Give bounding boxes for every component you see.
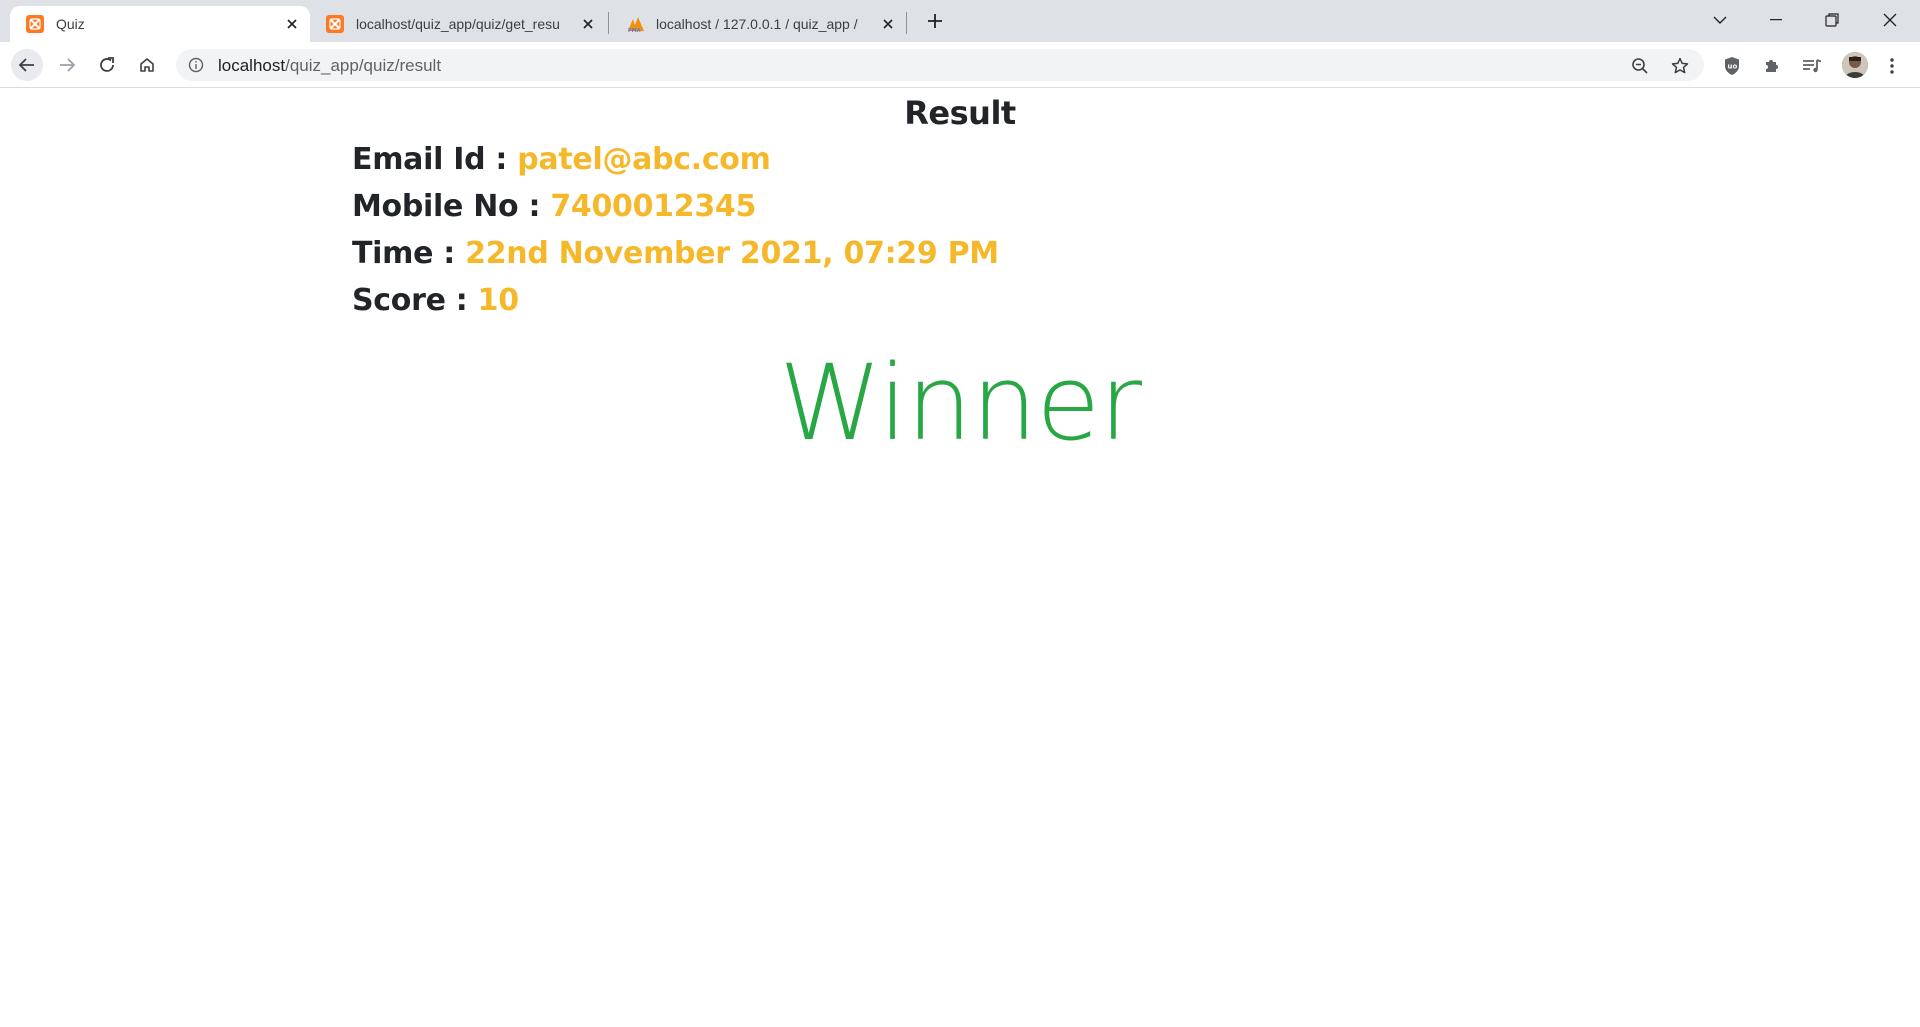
ublock-icon[interactable]: uo	[1720, 54, 1744, 78]
winner-verdict: Winner	[778, 342, 1142, 464]
tab-get-result[interactable]: localhost/quiz_app/quiz/get_resu	[310, 6, 606, 42]
bookmark-star-icon[interactable]	[1670, 56, 1690, 76]
zoom-icon[interactable]	[1630, 56, 1650, 76]
close-window-button[interactable]	[1862, 0, 1918, 40]
tab-separator	[906, 12, 907, 34]
minimize-button[interactable]	[1748, 0, 1804, 40]
close-tab-icon[interactable]	[576, 12, 600, 36]
time-label: Time :	[352, 236, 466, 271]
extensions-puzzle-icon[interactable]	[1760, 54, 1784, 78]
page-title: Result	[904, 94, 1016, 132]
profile-avatar[interactable]	[1842, 52, 1868, 78]
time-value: 22nd November 2021, 07:29 PM	[465, 236, 999, 271]
email-line: Email Id : patel@abc.com	[352, 138, 771, 182]
score-label: Score :	[352, 283, 478, 318]
svg-text:PMA: PMA	[628, 28, 641, 33]
browser-toolbar: localhost/quiz_app/quiz/result uo	[0, 42, 1920, 88]
mobile-line: Mobile No : 7400012345	[352, 185, 756, 229]
reload-button[interactable]	[91, 49, 123, 81]
new-tab-button[interactable]	[920, 6, 950, 36]
email-label: Email Id :	[352, 142, 518, 177]
restore-button[interactable]	[1804, 0, 1860, 40]
forward-button[interactable]	[51, 49, 83, 81]
url-host: localhost	[218, 56, 286, 75]
tab-strip: Quiz localhost/quiz_app/quiz/get_resu PM…	[0, 0, 1920, 42]
score-value: 10	[477, 283, 519, 318]
tab-title: localhost / 127.0.0.1 / quiz_app /	[656, 16, 858, 32]
mobile-label: Mobile No :	[352, 189, 551, 224]
email-value: patel@abc.com	[517, 142, 771, 177]
tab-search-icon[interactable]	[1692, 0, 1748, 40]
back-button[interactable]	[11, 49, 43, 81]
url-text[interactable]: localhost/quiz_app/quiz/result	[218, 56, 441, 76]
xampp-icon	[26, 15, 44, 33]
svg-text:uo: uo	[1728, 63, 1738, 71]
time-line: Time : 22nd November 2021, 07:29 PM	[352, 232, 999, 276]
phpmyadmin-icon: PMA	[626, 15, 644, 34]
close-tab-icon[interactable]	[280, 12, 304, 36]
kebab-menu-icon[interactable]	[1880, 54, 1904, 78]
page-content: Result Email Id : patel@abc.com Mobile N…	[0, 89, 1920, 1027]
score-line: Score : 10	[352, 279, 519, 323]
close-tab-icon[interactable]	[876, 12, 900, 36]
tab-title: Quiz	[56, 16, 85, 32]
tab-title: localhost/quiz_app/quiz/get_resu	[356, 16, 560, 32]
address-bar[interactable]: localhost/quiz_app/quiz/result	[176, 49, 1704, 81]
tab-phpmyadmin[interactable]: PMA localhost / 127.0.0.1 / quiz_app /	[610, 6, 906, 42]
xampp-icon	[326, 15, 344, 33]
tab-separator	[608, 12, 609, 34]
media-controls-icon[interactable]	[1800, 54, 1824, 78]
url-path: /quiz_app/quiz/result	[285, 56, 442, 75]
tab-quiz[interactable]: Quiz	[10, 6, 310, 42]
mobile-value: 7400012345	[550, 189, 757, 224]
site-info-icon[interactable]	[188, 57, 204, 73]
home-button[interactable]	[131, 49, 163, 81]
